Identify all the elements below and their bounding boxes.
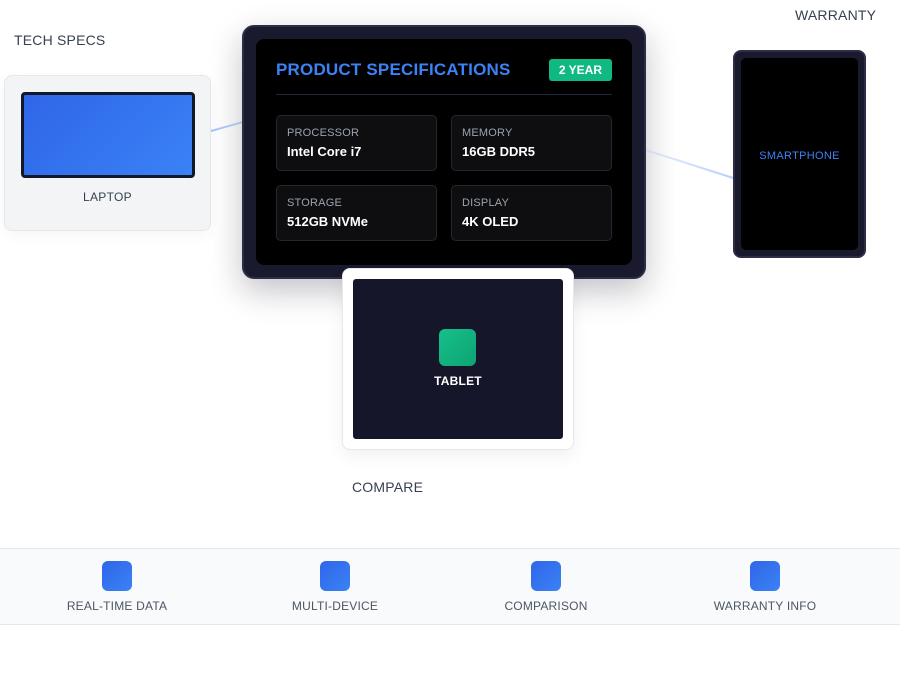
laptop-screen [21, 92, 195, 178]
feature-warranty-info[interactable]: WARRANTY INFO [685, 561, 845, 613]
spec-grid: PROCESSOR Intel Core i7 MEMORY 16GB DDR5… [276, 115, 612, 241]
tech-specs-label: TECH SPECS [14, 32, 106, 48]
warranty-label: WARRANTY [795, 7, 877, 23]
spec-label: MEMORY [462, 127, 513, 139]
warranty-badge: 2 YEAR [548, 59, 612, 81]
tablet-card[interactable]: TABLET [342, 268, 574, 450]
compare-label[interactable]: COMPARE [342, 472, 426, 502]
spec-label: PROCESSOR [287, 127, 360, 139]
spec-panel-title: PRODUCT SPECIFICATIONS [276, 60, 511, 79]
spec-value: 512GB NVMe [287, 214, 368, 229]
feature-label: REAL-TIME DATA [66, 599, 168, 613]
warranty-icon [750, 561, 780, 591]
compare-icon [531, 561, 561, 591]
spec-cell-processor: PROCESSOR Intel Core i7 [276, 115, 437, 171]
smartphone-label: SMARTPHONE [759, 150, 840, 162]
spec-value: 4K OLED [462, 214, 519, 229]
feature-comparison[interactable]: COMPARISON [466, 561, 626, 613]
spec-label: STORAGE [287, 197, 342, 209]
smartphone-card[interactable]: SMARTPHONE [733, 50, 866, 258]
feature-realtime-data[interactable]: REAL-TIME DATA [37, 561, 197, 613]
data-icon [102, 561, 132, 591]
feature-label: COMPARISON [504, 599, 588, 613]
feature-bar: REAL-TIME DATA MULTI-DEVICE COMPARISON W… [0, 548, 900, 625]
spec-panel-frame: PRODUCT SPECIFICATIONS 2 YEAR PROCESSOR … [242, 25, 646, 279]
smartphone-screen: SMARTPHONE [741, 58, 858, 250]
feature-multi-device[interactable]: MULTI-DEVICE [255, 561, 415, 613]
tablet-label: TABLET [434, 374, 482, 388]
tablet-app-icon [439, 329, 476, 366]
feature-label: MULTI-DEVICE [291, 599, 379, 613]
devices-icon [320, 561, 350, 591]
laptop-label: LAPTOP [83, 190, 132, 204]
laptop-card[interactable]: LAPTOP [4, 75, 211, 231]
tablet-screen: TABLET [353, 279, 563, 439]
spec-value: 16GB DDR5 [462, 144, 535, 159]
spec-cell-display: DISPLAY 4K OLED [451, 185, 612, 241]
spec-panel: PRODUCT SPECIFICATIONS 2 YEAR PROCESSOR … [256, 39, 632, 265]
page: TECH SPECS WARRANTY LAPTOP PRODUCT SPECI… [0, 0, 900, 675]
spec-value: Intel Core i7 [287, 144, 362, 159]
feature-label: WARRANTY INFO [713, 599, 817, 613]
spec-label: DISPLAY [462, 197, 510, 209]
spec-cell-storage: STORAGE 512GB NVMe [276, 185, 437, 241]
spec-panel-header: PRODUCT SPECIFICATIONS 2 YEAR [276, 57, 612, 95]
spec-cell-memory: MEMORY 16GB DDR5 [451, 115, 612, 171]
